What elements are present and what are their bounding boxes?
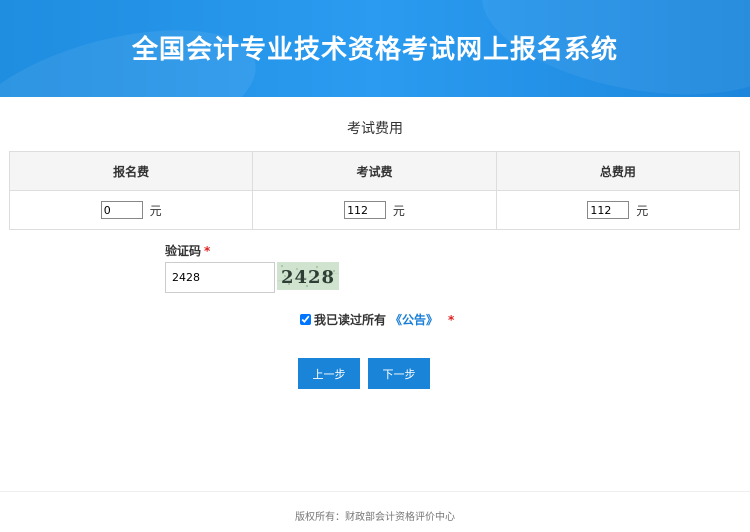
next-step-button[interactable]: 下一步 [368, 358, 430, 389]
captcha-text: 2428 [281, 267, 335, 288]
column-header-registration-fee: 报名费 [8, 151, 254, 191]
agree-checkbox[interactable] [300, 314, 311, 325]
fee-table: 报名费 考试费 总费用 元 元 元 [8, 151, 741, 230]
page-header: 全国会计专业技术资格考试网上报名系统 [0, 0, 750, 97]
system-title: 全国会计专业技术资格考试网上报名系统 [131, 35, 618, 65]
registration-fee-input[interactable] [100, 201, 143, 219]
exam-fee-input[interactable] [344, 201, 387, 219]
announcement-link[interactable]: 《公告》 [390, 311, 438, 328]
total-fee-cell: 元 [495, 190, 741, 230]
total-fee-input[interactable] [587, 201, 630, 219]
section-title: 考试费用 [347, 121, 403, 137]
required-mark: * [448, 312, 455, 327]
registration-fee-cell: 元 [8, 190, 254, 230]
column-header-exam-fee: 考试费 [252, 151, 497, 191]
footer-copyright: 版权所有：财政部会计资格评价中心 [295, 512, 455, 523]
currency-unit: 元 [392, 203, 405, 218]
currency-unit: 元 [149, 203, 162, 218]
footer-divider [0, 491, 750, 492]
exam-fee-cell: 元 [252, 190, 497, 230]
table-row: 元 元 元 [8, 190, 741, 230]
captcha-label: 验证码 * [165, 242, 210, 259]
captcha-input[interactable] [165, 262, 275, 293]
currency-unit: 元 [636, 203, 649, 218]
agreement-row: 我已读过所有 《公告》 * [300, 311, 454, 328]
column-header-total-fee: 总费用 [495, 151, 741, 191]
captcha-image[interactable]: 2428 [277, 262, 339, 290]
previous-step-button[interactable]: 上一步 [298, 358, 360, 389]
captcha-label-text: 验证码 [165, 244, 202, 258]
required-mark: * [204, 244, 211, 258]
fee-table-header: 报名费 考试费 总费用 [8, 151, 741, 191]
agreement-text: 我已读过所有 [314, 313, 387, 327]
